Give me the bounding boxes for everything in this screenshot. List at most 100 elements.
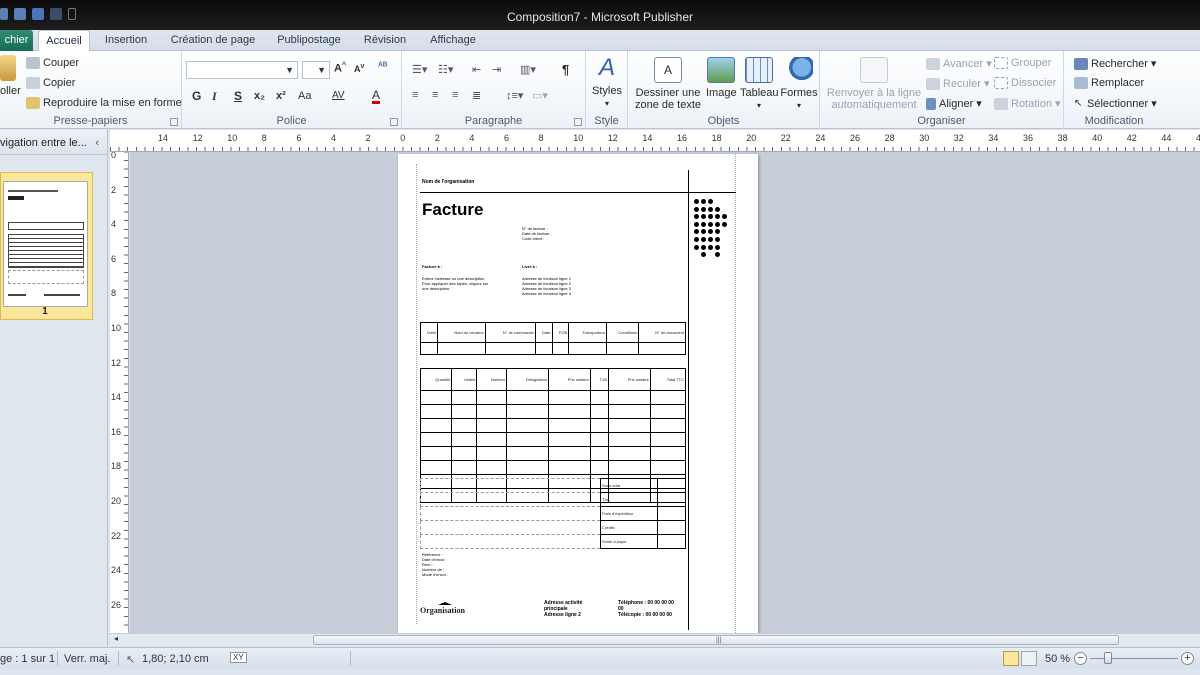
collapse-chevron-icon[interactable]: ‹ xyxy=(95,130,99,156)
decorative-dot xyxy=(715,237,720,242)
columns-icon[interactable]: ▥▾ xyxy=(520,63,536,76)
horizontal-ruler[interactable]: 14 12 10 8 6 4 2 0 2 4 6 8 10 12 14 16 18 20 22 24 26 28 30 32 3… xyxy=(110,130,1200,152)
ruler-tick-label: 12 xyxy=(192,133,203,143)
org-name[interactable]: Nom de l'organisation xyxy=(422,180,474,185)
grow-font-icon[interactable]: A^ xyxy=(334,62,346,75)
font-size-select[interactable]: ▼ xyxy=(302,61,330,79)
horizontal-scrollbar[interactable]: ◂ ||| xyxy=(110,633,1200,646)
business-address[interactable]: Adresse activité principale Adresse lign… xyxy=(544,600,582,618)
scroll-left-icon[interactable]: ◂ xyxy=(114,634,118,643)
align-button[interactable]: Aligner ▾ xyxy=(926,97,982,111)
tab-file[interactable]: chier xyxy=(0,30,33,51)
subscript-button[interactable]: x₂ xyxy=(254,90,265,102)
zoom-slider-handle[interactable] xyxy=(1104,652,1112,664)
two-page-view-icon[interactable] xyxy=(1021,651,1037,666)
find-button[interactable]: Rechercher ▾ xyxy=(1074,57,1156,71)
status-bar: ge : 1 sur 1 Verr. maj. ↖ 1,80; 2,10 cm … xyxy=(0,647,1200,669)
bring-forward-button[interactable]: Avancer ▾ xyxy=(926,57,992,71)
line-spacing-icon[interactable]: ↕≡▾ xyxy=(506,89,523,102)
align-left-icon[interactable]: ≡ xyxy=(412,89,418,101)
shipping-notes[interactable]: Référence : Date d'envoi : Rem. : Numéro… xyxy=(422,552,448,577)
table-header-cell: Numéro xyxy=(476,368,508,391)
ungroup-button[interactable]: Dissocier xyxy=(994,77,1056,90)
pilcrow-button[interactable]: ¶ xyxy=(562,62,569,77)
group-clipboard: oller Couper Copier Reproduire la mise e… xyxy=(0,51,182,129)
group-label: Paragraphe xyxy=(464,115,523,127)
increase-indent-icon[interactable]: ⇥ xyxy=(492,63,501,76)
page-indicator[interactable]: ge : 1 sur 1 xyxy=(0,653,55,665)
paste-button[interactable]: oller xyxy=(0,55,21,97)
zoom-out-icon[interactable]: − xyxy=(1074,652,1087,665)
vertical-ruler[interactable]: 0 2 4 6 8 10 12 14 16 18 20 22 24 26 xyxy=(110,152,129,634)
cursor-position: 1,80; 2,10 cm xyxy=(142,653,209,665)
styles-button[interactable]: A Styles ▾ xyxy=(590,55,624,110)
font-family-select[interactable]: ▼ xyxy=(186,61,298,79)
zoom-level[interactable]: 50 % xyxy=(1045,653,1070,665)
group-label: Police xyxy=(276,115,307,127)
billed-to-label[interactable]: Facturé à : xyxy=(422,264,442,269)
totals-table[interactable]: Sous-total TVA Frais d'expédition Crédit… xyxy=(420,478,686,549)
delivered-to-label[interactable]: Livré à : xyxy=(522,264,537,269)
char-spacing-button[interactable]: AV xyxy=(332,90,345,101)
decorative-dot xyxy=(701,199,706,204)
group-button[interactable]: Grouper xyxy=(994,57,1051,70)
shading-icon[interactable]: ▭▾ xyxy=(532,89,548,102)
underline-button[interactable]: S xyxy=(234,89,242,103)
table-button[interactable]: Tableau ▾ xyxy=(740,57,779,112)
tab-review[interactable]: Révision xyxy=(358,30,412,51)
draw-textbox-button[interactable]: A Dessiner une zone de texte xyxy=(632,57,704,111)
table-header-cell: Total TTC xyxy=(649,368,687,391)
decorative-dot xyxy=(715,214,720,220)
justify-icon[interactable]: ≣ xyxy=(472,89,481,102)
scrollbar-thumb[interactable]: ||| xyxy=(313,635,1119,645)
align-center-icon[interactable]: ≡ xyxy=(432,89,438,101)
superscript-button[interactable]: x² xyxy=(276,90,286,102)
font-color-button[interactable]: A xyxy=(372,89,381,104)
align-right-icon[interactable]: ≡ xyxy=(452,89,458,101)
change-case-button[interactable]: Aa xyxy=(298,90,311,102)
publication-page[interactable]: Nom de l'organisation Facture N° de fact… xyxy=(398,154,758,633)
copy-button[interactable]: Copier xyxy=(26,77,75,90)
delivery-address[interactable]: Adresse de livraison ligne 1 Adresse de … xyxy=(522,276,571,296)
invoice-meta[interactable]: N° de facture : Date de facture : Code c… xyxy=(522,226,552,241)
bold-button[interactable]: G xyxy=(192,89,201,103)
ruler-tick-label: 22 xyxy=(780,133,791,143)
organisation-logo-text[interactable]: Organisation xyxy=(420,606,465,615)
chevron-down-icon: ▼ xyxy=(317,65,326,75)
billed-to-note[interactable]: Entrez l'adresse ou une description Pour… xyxy=(422,276,512,291)
bullets-icon[interactable]: ☰▾ xyxy=(412,63,427,76)
page-thumbnail[interactable]: 1 xyxy=(0,172,93,320)
dialog-launcher-icon[interactable] xyxy=(574,118,582,126)
select-button[interactable]: ↖ Sélectionner ▾ xyxy=(1074,97,1157,110)
dialog-launcher-icon[interactable] xyxy=(170,118,178,126)
single-page-view-icon[interactable] xyxy=(1003,651,1019,666)
shapes-button[interactable]: Formes ▾ xyxy=(780,57,818,112)
shrink-font-icon[interactable]: Av xyxy=(354,63,364,74)
tab-view[interactable]: Affichage xyxy=(424,30,482,51)
italic-button[interactable]: I xyxy=(212,89,217,104)
tab-insert[interactable]: Insertion xyxy=(98,30,154,51)
replace-button[interactable]: Remplacer xyxy=(1074,77,1144,90)
contact-numbers[interactable]: Téléphone : 00 00 00 00 00 Télécopie : 0… xyxy=(618,600,674,618)
invoice-heading[interactable]: Facture xyxy=(422,200,483,220)
clear-format-icon[interactable]: ᴬᴮ xyxy=(378,61,387,72)
scissors-icon xyxy=(26,57,40,70)
wrap-text-button[interactable]: Renvoyer à la ligne automatiquement xyxy=(826,57,922,111)
decrease-indent-icon[interactable]: ⇤ xyxy=(472,63,481,76)
cut-button[interactable]: Couper xyxy=(26,57,79,70)
tab-home[interactable]: Accueil xyxy=(38,30,90,52)
order-info-table[interactable]: Date Nom du vendeur N° de commande Date … xyxy=(420,322,686,355)
tab-page-design[interactable]: Création de page xyxy=(166,30,260,51)
decorative-dot xyxy=(694,199,699,204)
tab-mailings[interactable]: Publipostage xyxy=(272,30,346,51)
format-painter-button[interactable]: Reproduire la mise en forme xyxy=(26,97,182,110)
send-backward-button[interactable]: Reculer ▾ xyxy=(926,77,989,91)
numbering-icon[interactable]: ☷▾ xyxy=(438,63,453,76)
image-button[interactable]: Image xyxy=(706,57,737,99)
ruler-tick-label: 0 xyxy=(111,152,117,160)
dialog-launcher-icon[interactable] xyxy=(390,118,398,126)
zoom-in-icon[interactable]: + xyxy=(1181,652,1194,665)
rotate-button[interactable]: Rotation ▾ xyxy=(994,97,1061,111)
table-row xyxy=(420,342,686,355)
ruler-tick-label: 4 xyxy=(331,133,337,143)
